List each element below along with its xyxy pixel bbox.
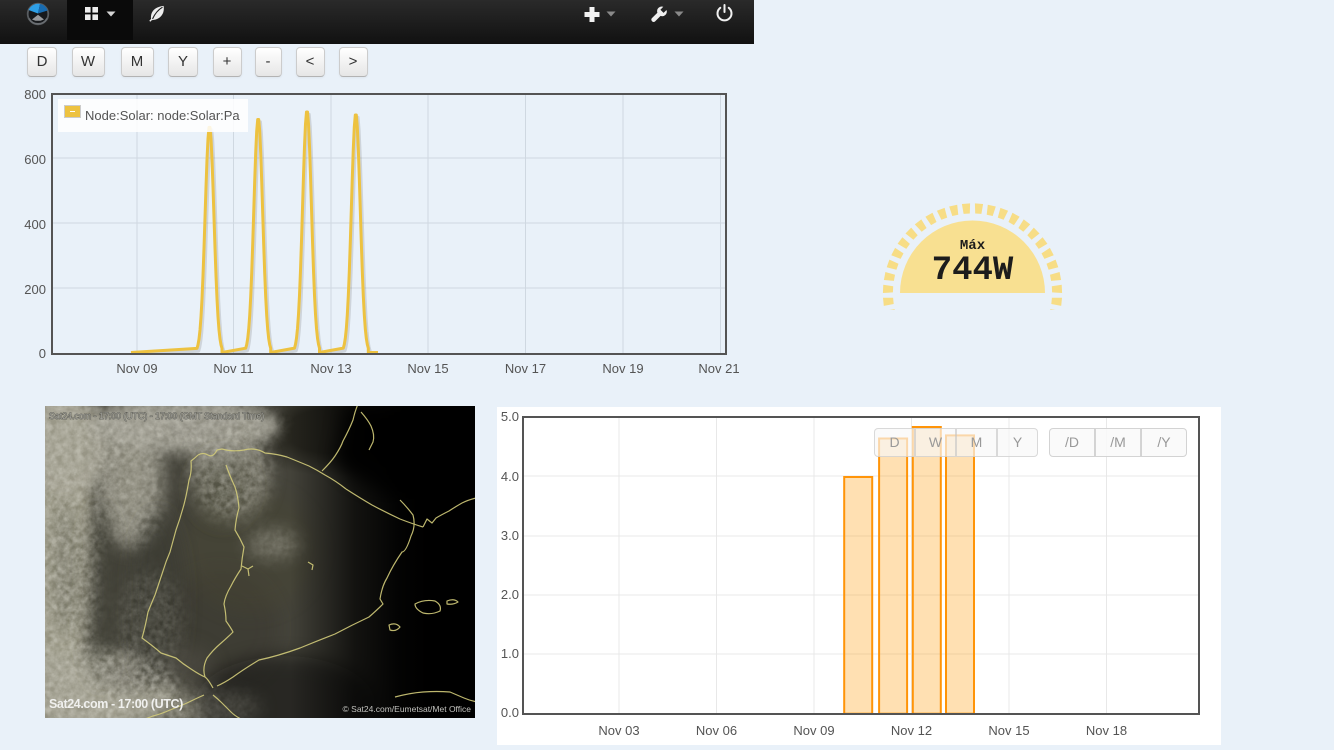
svg-text:744W: 744W	[932, 252, 1014, 290]
svg-text:Sat24.com - 17:00 (UTC): Sat24.com - 17:00 (UTC)	[49, 697, 183, 711]
svg-text:Sat24.com - 17:00 (UTC) - 17:0: Sat24.com - 17:00 (UTC) - 17:00 (GMT Sta…	[49, 411, 265, 421]
svg-text:© Sat24.com/Eumetsat/Met Offic: © Sat24.com/Eumetsat/Met Office	[343, 704, 472, 714]
